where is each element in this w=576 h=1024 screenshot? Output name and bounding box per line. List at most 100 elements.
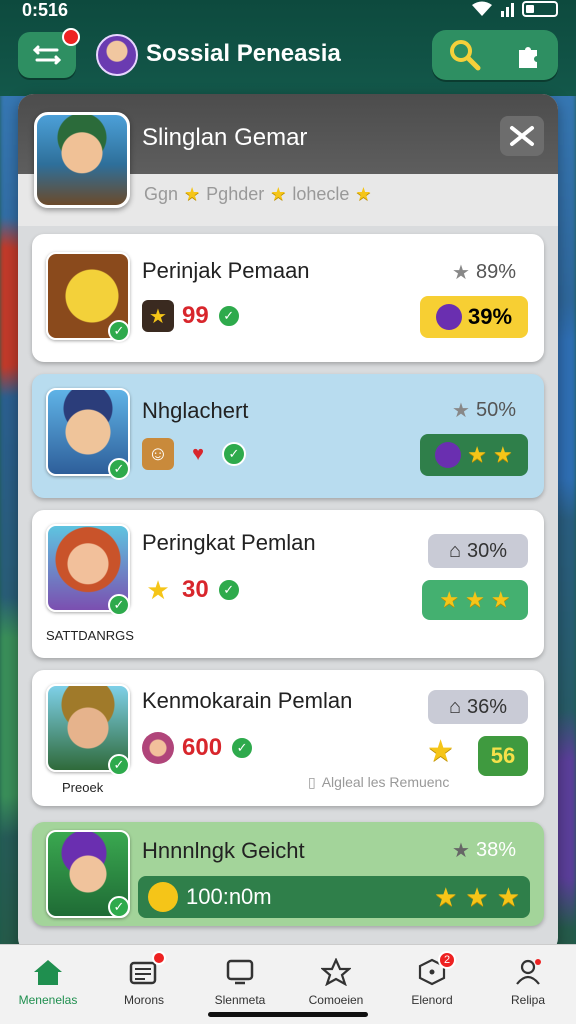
progress-value: 39% — [467, 304, 513, 329]
nav-label: Comoeien — [308, 993, 364, 1007]
menu-button[interactable] — [18, 28, 80, 78]
boost-icon — [435, 304, 462, 330]
player-stats: ☺ ♥ ✓ — [142, 438, 246, 470]
star-icon: ★ — [490, 587, 511, 612]
score-value: 30 — [182, 576, 209, 603]
star-outline-icon — [319, 957, 353, 987]
verified-icon: ✓ — [230, 736, 255, 760]
list-item[interactable]: ✓ Perinjak Pemaan ★ 99 ✓ ★ 89% 39% — [32, 234, 544, 362]
nav-label: Slenmeta — [214, 993, 266, 1007]
lock-icon: ▯ — [308, 774, 316, 790]
list-item[interactable]: ✓ Hnnnlngk Geicht ★ 38% 100:n0m ★ ★ ★ — [32, 822, 544, 926]
verified-icon: ✓ — [216, 578, 241, 602]
player-stats: 600 ✓ — [142, 732, 255, 764]
nav-item-home[interactable]: Menenelas — [2, 957, 94, 1007]
app-title: Sossial Peneasia — [146, 40, 341, 67]
header-actions — [432, 30, 558, 80]
player-stats: ★ 99 ✓ — [142, 300, 241, 332]
nav-label: Menenelas — [18, 993, 78, 1007]
star-icon: ★ — [184, 184, 201, 204]
rating-value: 36% — [467, 695, 508, 718]
notification-badge: 2 — [438, 951, 456, 969]
star-icon: ★ — [146, 574, 170, 605]
heart-icon: ♥ — [192, 442, 204, 465]
tagline-middle: Pghder — [206, 184, 265, 204]
rating-value: 38% — [475, 839, 516, 861]
menu-icon — [32, 45, 62, 65]
player-name: Nhglachert — [142, 398, 249, 423]
tagline-suffix: lohecle — [292, 184, 350, 204]
screen-icon — [223, 957, 257, 987]
character-icon: ☺ — [142, 438, 174, 470]
nav-label: Elenord — [411, 993, 453, 1007]
verified-icon: ✓ — [108, 320, 130, 342]
rank-pill: ⌂ 30% — [428, 534, 528, 568]
player-name: Peringkat Pemlan — [142, 530, 316, 555]
profile-icon — [511, 957, 545, 987]
score-value: 99 — [182, 302, 209, 329]
rating-stars-icon: ★ — [452, 840, 470, 862]
home-icon — [31, 957, 65, 987]
status-time: 0:516 — [22, 0, 69, 20]
status-icons — [471, 1, 558, 17]
rating-value: 89% — [475, 261, 516, 283]
coin-icon — [148, 882, 178, 912]
player-name: Perinjak Pemaan — [142, 258, 310, 283]
star-icon: ★ — [467, 442, 487, 467]
nav-item-profile[interactable]: Relipa — [482, 957, 574, 1007]
star-icon: ★ — [355, 184, 372, 204]
progress-bar: 100:n0m ★ ★ ★ — [138, 876, 530, 918]
close-button[interactable] — [500, 116, 544, 156]
rank-up-icon: ⌂ — [448, 539, 462, 562]
puzzle-icon[interactable] — [513, 40, 543, 70]
nav-item-community[interactable]: Comoeien — [290, 957, 382, 1007]
nav-item-events[interactable]: 2 Elenord — [386, 951, 478, 1007]
panel-title: Slinglan Gemar — [142, 124, 308, 151]
star-icon: ★ — [496, 881, 520, 912]
wifi-icon — [472, 1, 492, 16]
battery-icon — [522, 1, 558, 17]
nav-label: Morons — [123, 993, 164, 1007]
player-name: Kenmokarain Pemlan — [142, 688, 353, 713]
star-icon: ★ — [270, 184, 287, 204]
star-icon: ★ — [439, 587, 460, 612]
verified-icon: ✓ — [108, 896, 130, 918]
player-name: Hnnnlngk Geicht — [142, 838, 305, 863]
player-tag: SATTDANRGS — [46, 628, 134, 643]
stars-pill: ★ ★ ★ — [422, 580, 528, 620]
player-mini-avatar — [142, 732, 174, 764]
game-avatar — [34, 112, 130, 208]
rating-stars-icon: ★ — [452, 400, 470, 422]
footnote-text: Algleal les Remuenc — [321, 774, 450, 790]
rating-percent: ★ 89% — [452, 260, 516, 285]
boost-icon — [435, 442, 462, 468]
nav-item-news[interactable]: Morons — [98, 951, 190, 1007]
verified-icon: ✓ — [108, 458, 130, 480]
star-icon: ★ — [493, 442, 513, 467]
rating-percent: ★ 50% — [452, 398, 516, 423]
rating-stars-icon: ★ — [452, 262, 470, 284]
nav-item-screen[interactable]: Slenmeta — [194, 957, 286, 1007]
avatar[interactable] — [96, 34, 138, 76]
rank-up-icon: ⌂ — [448, 695, 462, 718]
verified-icon: ✓ — [222, 442, 246, 466]
list-item[interactable]: ✓ Preoek Kenmokarain Pemlan 600 ✓ ⌂ 36% … — [32, 670, 544, 806]
star-icon: ★ — [465, 587, 485, 612]
rank-pill: ⌂ 36% — [428, 690, 528, 724]
player-stats: ★ 30 ✓ — [142, 574, 241, 606]
top-bar: 0:516 Sossial Peneasia — [0, 0, 576, 96]
verified-icon: ✓ — [108, 754, 130, 776]
level-badge: 56 — [478, 736, 528, 776]
list-item[interactable]: ✓ SATTDANRGS Peringkat Pemlan ★ 30 ✓ ⌂ 3… — [32, 510, 544, 658]
star-icon: ★ — [427, 735, 454, 768]
notification-dot — [62, 28, 80, 46]
verified-icon: ✓ — [108, 594, 130, 616]
star-icon: ★ — [465, 881, 489, 912]
tagline-prefix: Ggn — [144, 184, 179, 204]
signal-icon — [501, 1, 514, 17]
player-tag: Preoek — [62, 780, 104, 795]
close-icon — [510, 126, 534, 146]
rating-value: 50% — [475, 399, 516, 421]
list-item[interactable]: ✓ Nhglachert ☺ ♥ ✓ ★ 50% ★ ★ — [32, 374, 544, 498]
search-icon[interactable] — [448, 38, 482, 72]
